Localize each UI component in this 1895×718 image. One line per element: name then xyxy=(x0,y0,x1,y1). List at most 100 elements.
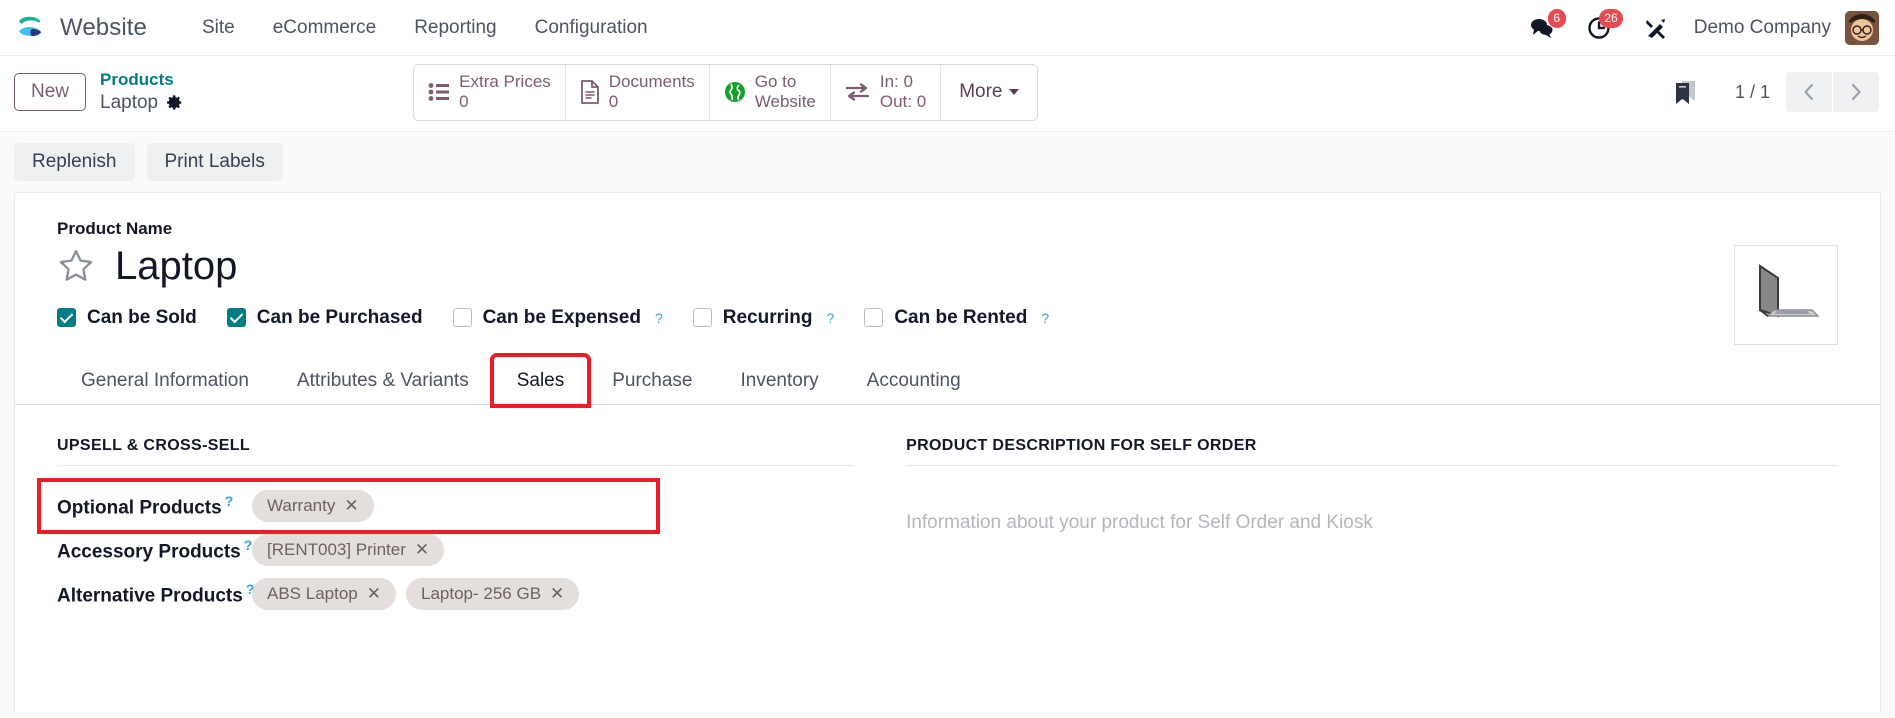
accessory-products-label-text: Accessory Products xyxy=(57,540,241,562)
pager-area: 1 / 1 xyxy=(1652,72,1879,113)
product-image-box[interactable] xyxy=(1734,244,1838,345)
pager-previous-button[interactable] xyxy=(1786,72,1832,113)
chevron-left-icon xyxy=(1804,84,1814,101)
more-label: More xyxy=(959,81,1003,103)
activities-badge: 26 xyxy=(1599,8,1623,28)
self-order-description-input[interactable]: Information about your product for Self … xyxy=(906,484,1838,534)
optional-products-tags: Warranty ✕ xyxy=(252,489,374,522)
activities-button[interactable]: 26 xyxy=(1571,8,1628,48)
tab-accounting[interactable]: Accounting xyxy=(843,356,985,405)
checkbox-recurring-box[interactable] xyxy=(692,308,712,328)
alternative-products-tags: ABS Laptop ✕ Laptop- 256 GB ✕ xyxy=(252,577,580,610)
tag-abs-laptop-label: ABS Laptop xyxy=(267,583,358,603)
nav-link-configuration[interactable]: Configuration xyxy=(516,11,667,45)
print-labels-button[interactable]: Print Labels xyxy=(146,142,283,181)
breadcrumb-products[interactable]: Products xyxy=(100,70,183,91)
checkbox-can-be-rented-box[interactable] xyxy=(864,308,884,328)
checkbox-can-be-expensed-label: Can be Expensed xyxy=(482,306,641,328)
checkbox-can-be-purchased-box[interactable] xyxy=(226,308,246,328)
list-pricelist-icon xyxy=(428,83,450,102)
more-stat-buttons-dropdown[interactable]: More xyxy=(941,65,1037,120)
nav-link-ecommerce[interactable]: eCommerce xyxy=(254,11,395,45)
field-accessory-products[interactable]: Accessory Products? [RENT003] Printer ✕ xyxy=(57,528,854,572)
bookmark-icon[interactable] xyxy=(1652,79,1719,105)
checkbox-can-be-expensed-box[interactable] xyxy=(452,308,472,328)
breadcrumb-current-label: Laptop xyxy=(100,92,159,114)
upsell-section-title: UPSELL & CROSS-SELL xyxy=(57,437,855,466)
optional-products-label: Optional Products? xyxy=(57,493,252,519)
tag-laptop-256-gb-remove-icon[interactable]: ✕ xyxy=(550,585,564,602)
tag-warranty-remove-icon[interactable]: ✕ xyxy=(344,497,358,514)
checkbox-can-be-sold-label: Can be Sold xyxy=(87,306,197,328)
help-icon-can-be-rented[interactable]: ? xyxy=(1041,310,1049,326)
tag-rent003-printer-remove-icon[interactable]: ✕ xyxy=(415,541,429,558)
avatar[interactable] xyxy=(1845,10,1879,45)
company-switcher[interactable]: Demo Company xyxy=(1684,17,1845,39)
replenish-button[interactable]: Replenish xyxy=(14,142,135,181)
checkbox-can-be-sold-box[interactable] xyxy=(57,308,76,328)
control-panel: New Products Laptop Extra Prices 0 Docum… xyxy=(0,56,1895,132)
tag-rent003-printer[interactable]: [RENT003] Printer ✕ xyxy=(252,533,445,566)
help-icon-recurring[interactable]: ? xyxy=(827,310,835,326)
tab-inventory[interactable]: Inventory xyxy=(717,356,843,405)
stat-website-line2: Website xyxy=(754,92,816,112)
checkbox-can-be-purchased-label: Can be Purchased xyxy=(256,306,423,328)
accessory-products-tags: [RENT003] Printer ✕ xyxy=(252,533,445,566)
optional-products-label-text: Optional Products xyxy=(57,496,222,518)
checkbox-can-be-rented[interactable]: Can be Rented ? xyxy=(864,307,1049,329)
sheet-header-row: Product Name Laptop Can be Sold Can be P… xyxy=(57,219,1838,355)
chevron-right-icon xyxy=(1851,84,1861,101)
tab-purchase[interactable]: Purchase xyxy=(588,356,716,405)
field-alternative-products[interactable]: Alternative Products? ABS Laptop ✕ Lapto… xyxy=(57,572,854,616)
stat-button-in-out[interactable]: In: 0 Out: 0 xyxy=(831,65,942,120)
star-icon[interactable] xyxy=(57,247,95,285)
tag-warranty[interactable]: Warranty ✕ xyxy=(252,489,374,522)
checkbox-recurring[interactable]: Recurring ? xyxy=(692,307,835,329)
debug-menu-button[interactable] xyxy=(1628,8,1684,48)
globe-icon xyxy=(724,82,745,103)
tag-warranty-label: Warranty xyxy=(267,495,336,515)
tab-sales[interactable]: Sales xyxy=(489,352,592,408)
product-type-checkboxes: Can be Sold Can be Purchased Can be Expe… xyxy=(57,307,1708,329)
new-button[interactable]: New xyxy=(14,73,87,112)
help-icon-can-be-expensed[interactable]: ? xyxy=(655,310,663,326)
product-header: Product Name Laptop Can be Sold Can be P… xyxy=(57,219,1708,355)
stat-button-extra-prices[interactable]: Extra Prices 0 xyxy=(414,65,566,120)
stat-extra-prices-label: Extra Prices xyxy=(459,72,551,91)
checkbox-can-be-purchased[interactable]: Can be Purchased xyxy=(226,306,423,329)
main-menu: Site eCommerce Reporting Configuration xyxy=(183,11,667,45)
tag-laptop-256-gb[interactable]: Laptop- 256 GB ✕ xyxy=(406,577,580,610)
odoo-logo-icon[interactable] xyxy=(14,11,48,45)
gear-icon[interactable] xyxy=(166,94,183,111)
stat-button-documents[interactable]: Documents 0 xyxy=(566,65,710,120)
checkbox-can-be-expensed[interactable]: Can be Expensed ? xyxy=(452,306,663,329)
tag-abs-laptop-remove-icon[interactable]: ✕ xyxy=(367,585,381,602)
form-sheet-wrapper: Product Name Laptop Can be Sold Can be P… xyxy=(0,191,1895,712)
tools-debug-icon xyxy=(1645,18,1665,39)
stat-extra-prices-value: 0 xyxy=(459,92,469,112)
field-optional-products[interactable]: Optional Products? Warranty ✕ xyxy=(37,477,854,534)
upsell-cross-sell-group: UPSELL & CROSS-SELL Optional Products? W… xyxy=(37,437,894,616)
product-name-label: Product Name xyxy=(57,218,173,238)
navbar-right-cluster: 6 26 Demo Company xyxy=(1513,8,1879,48)
help-icon-optional-products[interactable]: ? xyxy=(225,493,234,509)
pager-next-button[interactable] xyxy=(1833,72,1879,113)
stat-documents-label: Documents xyxy=(608,72,695,91)
accessory-products-label: Accessory Products? xyxy=(57,537,252,563)
tag-abs-laptop[interactable]: ABS Laptop ✕ xyxy=(252,577,396,610)
self-order-section-title: PRODUCT DESCRIPTION FOR SELF ORDER xyxy=(906,437,1838,466)
nav-link-site[interactable]: Site xyxy=(183,11,254,45)
breadcrumb-current: Laptop xyxy=(100,91,183,114)
top-navbar: Website Site eCommerce Reporting Configu… xyxy=(0,0,1895,56)
checkbox-can-be-sold[interactable]: Can be Sold xyxy=(57,307,197,329)
tag-rent003-printer-label: [RENT003] Printer xyxy=(267,539,406,559)
app-brand-name[interactable]: Website xyxy=(60,14,147,42)
tab-general-information[interactable]: General Information xyxy=(57,356,273,405)
tab-attributes-variants[interactable]: Attributes & Variants xyxy=(273,356,493,405)
in-out-arrows-icon xyxy=(845,83,870,102)
nav-link-reporting[interactable]: Reporting xyxy=(395,11,515,45)
stat-button-go-to-website[interactable]: Go to Website xyxy=(710,65,831,120)
page-title[interactable]: Laptop xyxy=(115,245,237,287)
messages-button[interactable]: 6 xyxy=(1513,8,1571,48)
laptop-product-image xyxy=(1759,263,1820,318)
